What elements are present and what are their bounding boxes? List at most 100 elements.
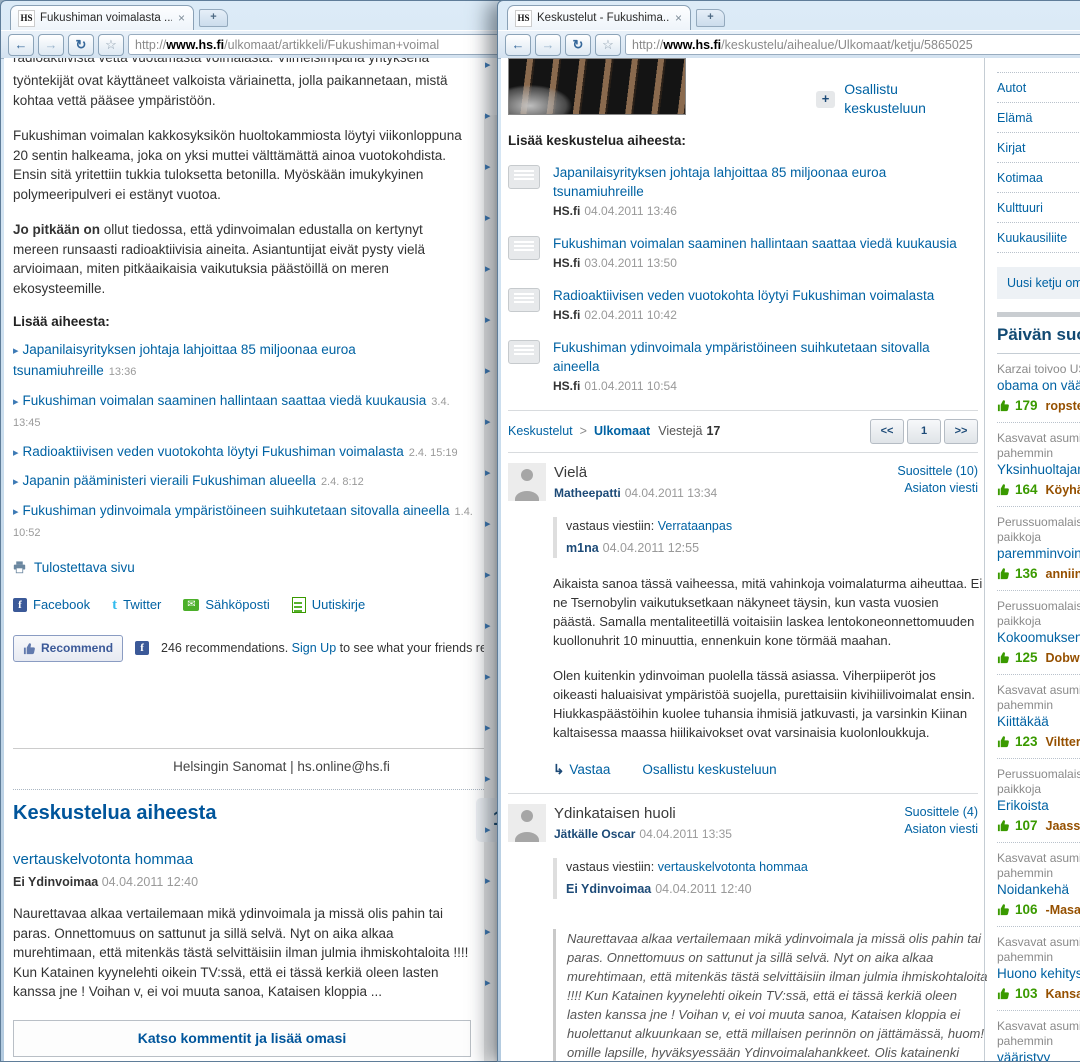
related-link[interactable]: Radioaktiivisen veden vuotokohta löytyi … (23, 444, 404, 459)
page-number-button[interactable]: 1 (907, 419, 941, 444)
recommend-button[interactable]: Recommend (13, 634, 124, 662)
forward-button[interactable]: → (38, 33, 64, 56)
new-tab-button[interactable]: + (696, 9, 725, 27)
sidebar-category-kotimaa[interactable]: Kotimaa (997, 163, 1080, 193)
thread-date: 04.04.2011 13:46 (584, 204, 677, 218)
forum-post: Vielä Matheepatti 04.04.2011 13:34 Suosit… (508, 453, 982, 779)
hot-user: Viltteri (1045, 734, 1080, 749)
sidebar-category-elama[interactable]: Elämä (997, 103, 1080, 133)
hot-user: ropster (1045, 398, 1080, 413)
speech-bubble-icon (508, 340, 540, 364)
report-link[interactable]: Asiaton viesti (897, 480, 978, 497)
share-newsletter-label[interactable]: Uutiskirje (312, 595, 365, 615)
hot-title-link[interactable]: paremminvoin (997, 546, 1080, 561)
comment-byline: Ei Ydinvoimaa 04.04.2011 12:40 (13, 873, 550, 893)
share-twitter-label[interactable]: Twitter (123, 595, 161, 615)
sidebar-category-kulttuuri[interactable]: Kulttuuri (997, 193, 1080, 223)
related-link[interactable]: Japanilaisyrityksen johtaja lahjoittaa 8… (13, 342, 356, 379)
page-prev-button[interactable]: << (870, 419, 904, 444)
reload-button[interactable]: ↻ (565, 33, 591, 56)
back-button[interactable]: ← (505, 33, 531, 56)
dotted-divider (13, 788, 550, 790)
breadcrumb-root[interactable]: Keskustelut (508, 422, 573, 441)
post-author: Jätkälle Oscar (554, 827, 636, 841)
bullet-icon: ▸ (485, 212, 491, 224)
reply-reference: vastaus viestiin: Verrataanpas m1na 04.04… (553, 517, 978, 558)
participate-row[interactable]: + Osallistu keskusteluun (816, 80, 978, 118)
share-facebook-label[interactable]: Facebook (33, 595, 90, 615)
reply-action[interactable]: ↳ Vastaa (553, 760, 610, 779)
thread-source: HS.fi (553, 256, 581, 270)
related-link[interactable]: Fukushiman ydinvoimala ympäristöineen su… (23, 503, 450, 518)
print-page-link[interactable]: Tulostettava sivu (34, 558, 135, 578)
reply-ref-link[interactable]: vertauskelvotonta hommaa (658, 860, 808, 874)
reply-link[interactable]: Vastaa (569, 762, 610, 777)
tab-article[interactable]: HS Fukushiman voimalasta ... × (10, 5, 194, 30)
share-newsletter[interactable]: Uutiskirje (291, 595, 365, 615)
reload-icon: ↻ (75, 36, 87, 52)
close-tab-icon[interactable]: × (674, 12, 683, 24)
sidebar-category-kirjat[interactable]: Kirjat (997, 133, 1080, 163)
sign-up-link[interactable]: Sign Up (292, 641, 336, 655)
thread-link[interactable]: Radioaktiivisen veden vuotokohta löytyi … (553, 288, 934, 303)
related-link-item: ▸ Fukushiman voimalan saaminen hallintaan… (13, 391, 473, 434)
bookmark-button[interactable]: ☆ (595, 33, 621, 56)
hot-user: Köyhän (1045, 482, 1080, 497)
hot-title-link[interactable]: Huono kehitys (997, 966, 1080, 981)
bookmark-button[interactable]: ☆ (98, 33, 124, 56)
thread-link[interactable]: Fukushiman voimalan saaminen hallintaan … (553, 236, 957, 251)
sidebar-category-autot[interactable]: Autot (997, 72, 1080, 103)
share-twitter[interactable]: t Twitter (112, 595, 161, 615)
recommend-link[interactable]: Suosittele (4) (904, 804, 978, 821)
back-button[interactable]: ← (8, 33, 34, 56)
hot-title-link[interactable]: vääristyy (997, 1050, 1050, 1061)
hot-title-link[interactable]: Kokoomuksen (997, 630, 1080, 645)
recommend-link[interactable]: Suosittele (10) (897, 463, 978, 480)
close-tab-icon[interactable]: × (177, 12, 186, 24)
sidebar-category-kuukausiliite[interactable]: Kuukausiliite (997, 223, 1080, 253)
tab-title: Keskustelut - Fukushima... (537, 12, 669, 24)
forward-button[interactable]: → (535, 33, 561, 56)
hot-title-link[interactable]: Erikoista (997, 798, 1049, 813)
address-bar[interactable]: http://www.hs.fi/keskustelu/aihealue/Ulk… (625, 34, 1080, 55)
article-paragraph: Fukushiman voimalan kakkosyksikön huolto… (13, 128, 462, 202)
reload-button[interactable]: ↻ (68, 33, 94, 56)
hot-title-link[interactable]: Kiittäkää (997, 714, 1049, 729)
hot-context: paikkoja (997, 614, 1042, 628)
address-bar[interactable]: http://www.hs.fi/ulkomaat/artikkeli/Fuku… (128, 34, 556, 55)
participate-link[interactable]: Osallistu keskusteluun (844, 80, 978, 118)
related-link[interactable]: Fukushiman voimalan saaminen hallintaan … (23, 393, 427, 408)
thread-item: Fukushiman ydinvoimala ympäristöineen su… (508, 338, 978, 396)
participate-link[interactable]: Osallistu keskusteluun (642, 760, 776, 779)
hot-title-link[interactable]: Noidankehä (997, 882, 1069, 897)
share-email-label[interactable]: Sähköposti (205, 595, 269, 615)
share-email[interactable]: ✉ Sähköposti (183, 595, 270, 615)
bullet-icon: ▸ (485, 875, 491, 887)
hot-item: Kasvavat asumi pahemmin Kiittäkää 123 Vil… (997, 675, 1080, 759)
clipped-text-line: radioaktiivista vettä vuotamasta voimala… (13, 58, 550, 68)
breadcrumb-section[interactable]: Ulkomaat (594, 422, 650, 441)
page-next-button[interactable]: >> (944, 419, 978, 444)
related-link-item: ▸ Japanilaisyrityksen johtaja lahjoittaa … (13, 340, 473, 383)
bullet-icon: ▸ (485, 773, 491, 785)
hot-title-link[interactable]: Yksinhuoltajan (997, 462, 1080, 477)
hot-context: Kasvavat asumi (997, 935, 1080, 949)
tab-forum[interactable]: HS Keskustelut - Fukushima... × (507, 5, 691, 30)
reply-reference: vastaus viestiin: vertauskelvotonta homm… (553, 858, 978, 899)
thread-link[interactable]: Japanilaisyrityksen johtaja lahjoittaa 8… (553, 165, 886, 199)
new-thread-button[interactable]: Uusi ketju oma (997, 267, 1080, 299)
related-link[interactable]: Japanin pääministeri vieraili Fukushiman… (23, 473, 316, 488)
bullet-icon: ▸ (485, 314, 491, 326)
view-comments-button[interactable]: Katso kommentit ja lisää omasi (13, 1019, 471, 1057)
thread-link[interactable]: Fukushiman ydinvoimala ympäristöineen su… (553, 340, 930, 374)
share-row: f Facebook t Twitter ✉ Sähköposti Uutiskirj… (13, 595, 550, 615)
link-timestamp: 2.4. 8:12 (320, 476, 364, 488)
report-link[interactable]: Asiaton viesti (904, 821, 978, 838)
tab-title: Fukushiman voimalasta ... (40, 12, 172, 24)
top-comment-link[interactable]: vertauskelvotonta hommaa (13, 851, 193, 868)
reply-ref-link[interactable]: Verrataanpas (658, 519, 732, 533)
new-tab-button[interactable]: + (199, 9, 228, 27)
share-facebook[interactable]: f Facebook (13, 595, 90, 615)
hot-title-link[interactable]: obama on vää (997, 378, 1080, 393)
thread-date: 01.04.2011 10:54 (584, 379, 677, 393)
